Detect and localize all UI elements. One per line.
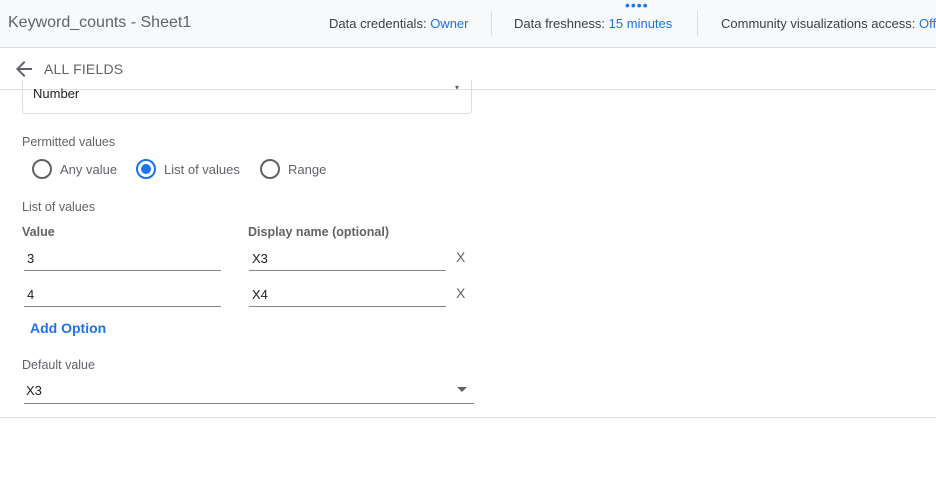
all-fields-label: ALL FIELDS	[44, 61, 124, 77]
default-value-text: X3	[26, 383, 42, 398]
value-input[interactable]: 4	[24, 283, 221, 307]
data-credentials-label: Data credentials:	[329, 16, 427, 31]
value-input[interactable]: 3	[24, 247, 221, 271]
back-button[interactable]	[12, 57, 36, 81]
community-visualizations-link[interactable]: Off	[919, 16, 936, 31]
arrow-left-icon	[16, 61, 32, 77]
radio-label: Range	[288, 162, 327, 177]
drag-handle-icon[interactable]: ••••	[625, 0, 649, 12]
add-option-button[interactable]: Add Option	[30, 320, 106, 336]
divider	[697, 11, 698, 36]
radio-label: Any value	[60, 162, 118, 177]
field-type-value: Number	[33, 86, 80, 101]
data-credentials-link[interactable]: Owner	[430, 16, 468, 31]
value-column-header: Value	[22, 225, 55, 239]
radio-label: List of values	[164, 162, 240, 177]
data-freshness: Data freshness: 15 minutes	[514, 16, 672, 31]
community-visualizations-label: Community visualizations access:	[721, 16, 916, 31]
divider	[491, 11, 492, 36]
default-value-label: Default value	[22, 358, 95, 372]
data-freshness-link[interactable]: 15 minutes	[609, 16, 673, 31]
remove-option-button[interactable]: X	[456, 285, 465, 301]
community-visualizations-access: Community visualizations access: Off	[721, 16, 936, 31]
field-type-select[interactable]: Number ▾	[22, 80, 472, 114]
permitted-values-label: Permitted values	[22, 135, 116, 149]
remove-option-button[interactable]: X	[456, 249, 465, 265]
list-of-values-label: List of values	[22, 200, 95, 214]
caret-down-icon: ▾	[454, 83, 459, 92]
top-bar: Keyword_counts - Sheet1 •••• Data creden…	[0, 0, 936, 48]
display-name-column-header: Display name (optional)	[248, 225, 389, 239]
data-freshness-label: Data freshness:	[514, 16, 606, 31]
radio-checked-icon	[136, 159, 156, 179]
caret-down-icon	[457, 387, 467, 392]
data-credentials: Data credentials: Owner	[329, 16, 468, 31]
data-source-title: Keyword_counts - Sheet1	[8, 14, 192, 31]
radio-unchecked-icon	[260, 159, 280, 179]
display-name-input[interactable]: X3	[249, 247, 446, 271]
radio-unchecked-icon	[32, 159, 52, 179]
divider	[0, 417, 936, 418]
default-value-select[interactable]: X3	[24, 378, 474, 404]
display-name-input[interactable]: X4	[249, 283, 446, 307]
